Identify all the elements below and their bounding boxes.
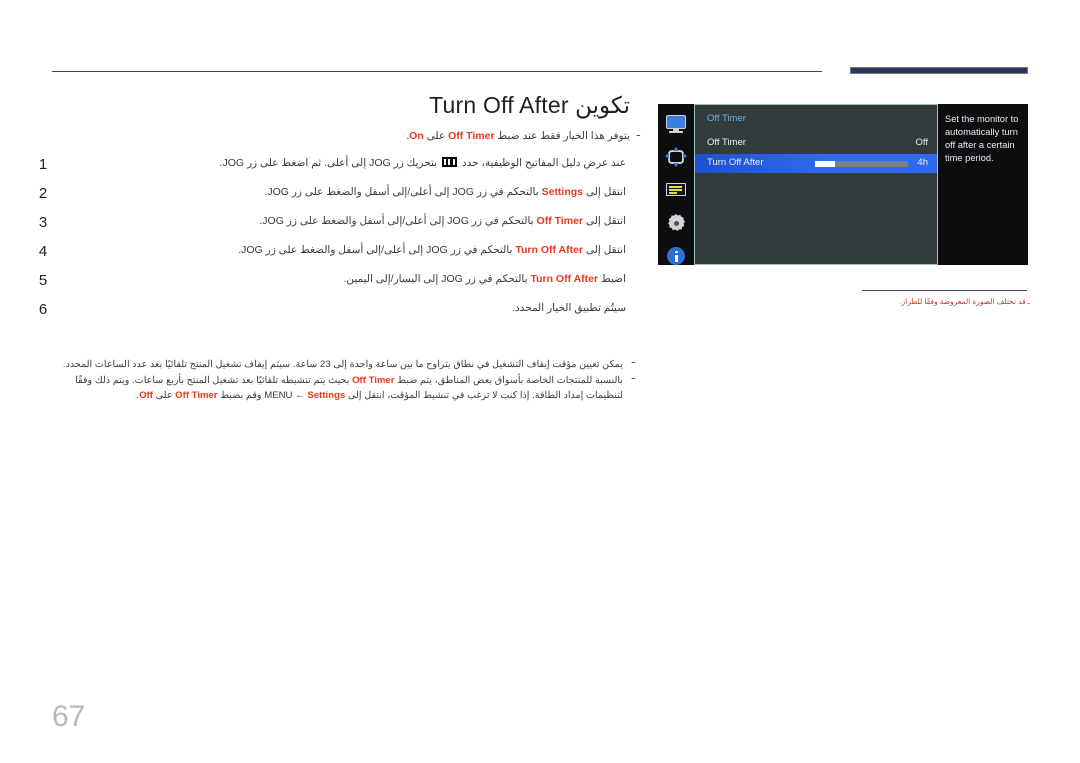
caption-rule [862, 290, 1027, 291]
keyword-off-timer: Off Timer [352, 375, 395, 386]
settings-gear-icon[interactable] [665, 213, 687, 233]
image-caption: ـ قد تختلف الصورة المعروضة وفقًا للطراز. [899, 297, 1030, 306]
osd-row-value: Off [915, 137, 929, 148]
osd-screenshot: Off Timer Off Timer Off Turn Off After 4… [658, 104, 1028, 265]
step-number: 4 [38, 243, 48, 260]
header-accent-bar [850, 67, 1028, 74]
step-list: 1 عند عرض دليل المفاتيح الوظيفية، حدد بتح… [30, 155, 630, 329]
osd-row-label: Turn Off After [707, 157, 764, 168]
manual-page: تكوين Turn Off After ـ يتوفر هذا الخيار ف… [0, 0, 1080, 763]
step-text-run: سيتُم تطبيق الخيار المحدد. [512, 302, 626, 314]
osd-sidebar [658, 104, 694, 265]
step-item: 1 عند عرض دليل المفاتيح الوظيفية، حدد بتح… [30, 155, 630, 173]
osd-description-text: Set the monitor to automatically turn of… [945, 114, 1019, 163]
page-title: تكوين Turn Off After [429, 92, 630, 118]
step-item: 3 انتقل إلى Off Timer بالتحكم في زر JOG إ… [30, 213, 630, 231]
keyword-on: On [409, 130, 424, 142]
keyword-off: Off [139, 390, 153, 401]
step-text-run: بالتحكم في زر JOG إلى أعلى/إلى أسفل والض… [264, 186, 542, 198]
note-dash: ـ [636, 127, 640, 139]
step-text: انتقل إلى Settings بالتحكم في زر JOG إلى… [56, 184, 630, 201]
onscreen-display-icon[interactable] [665, 180, 687, 200]
footnote-text-run: وقم بضبط [217, 390, 265, 401]
note-text-mid: على [423, 130, 449, 142]
information-icon[interactable] [665, 246, 687, 266]
slider-fill [815, 161, 835, 167]
footnote-text-run: على [152, 390, 176, 401]
footnote-list: ـ يمكن تعيين مؤقت إيقاف التشغيل في نطاق ي… [45, 354, 635, 404]
keyword-settings: Settings [541, 186, 584, 198]
step-item: 5 اضبط Turn Off After بالتحكم في زر JOG إ… [30, 271, 630, 289]
step-text-run: بالتحكم في زر JOG إلى أعلى/إلى أسفل والض… [259, 215, 537, 227]
availability-note: ـ يتوفر هذا الخيار فقط عند ضبط Off Timer … [60, 127, 640, 142]
monitor-icon[interactable] [665, 114, 687, 134]
footnote-text-run: بالنسبة للمنتجات الخاصة بأسواق بعض المنا… [394, 375, 623, 386]
step-number: 6 [38, 301, 48, 318]
step-text-run: عند عرض دليل المفاتيح الوظيفية، حدد [458, 157, 626, 169]
step-number: 1 [38, 156, 48, 173]
step-item: 2 انتقل إلى Settings بالتحكم في زر JOG إل… [30, 184, 630, 202]
note-text-prefix: يتوفر هذا الخيار فقط عند ضبط [494, 130, 630, 142]
keyword-turn-off-after: Turn Off After [530, 273, 599, 285]
turn-off-after-slider[interactable] [815, 161, 908, 167]
footnote-dash: ـ [631, 370, 635, 382]
step-text-run: بالتحكم في زر JOG إلى اليسار/إلى اليمين. [343, 273, 531, 285]
osd-menu-panel: Off Timer Off Timer Off Turn Off After 4… [694, 104, 938, 265]
footnote-text-run: MENU [264, 390, 293, 401]
step-text-run: انتقل إلى [583, 215, 626, 227]
page-number: 67 [52, 700, 86, 733]
footnote-item: ـ يمكن تعيين مؤقت إيقاف التشغيل في نطاق ي… [45, 354, 635, 372]
navigation-arrows-icon[interactable] [665, 147, 687, 167]
step-text: سيتُم تطبيق الخيار المحدد. [56, 300, 630, 317]
footnote-text-run: يمكن تعيين مؤقت إيقاف التشغيل في نطاق يت… [62, 359, 623, 370]
step-text: اضبط Turn Off After بالتحكم في زر JOG إل… [56, 271, 630, 288]
keyword-turn-off-after: Turn Off After [515, 244, 584, 256]
keyword-off-timer: Off Timer [448, 130, 495, 142]
keyword-off-timer: Off Timer [175, 390, 218, 401]
step-number: 5 [38, 272, 48, 289]
osd-row-off-timer[interactable]: Off Timer Off [695, 134, 937, 153]
osd-row-label: Off Timer [707, 137, 746, 148]
osd-description-panel: Set the monitor to automatically turn of… [938, 104, 1028, 265]
step-text-run: اضبط [598, 273, 626, 285]
step-item: 6 سيتُم تطبيق الخيار المحدد. [30, 300, 630, 318]
step-text: انتقل إلى Off Timer بالتحكم في زر JOG إل… [56, 213, 630, 230]
step-text: عند عرض دليل المفاتيح الوظيفية، حدد بتحر… [56, 155, 630, 172]
step-text-run: بالتحكم في زر JOG إلى أعلى/إلى أسفل والض… [238, 244, 516, 256]
step-item: 4 انتقل إلى Turn Off After بالتحكم في زر … [30, 242, 630, 260]
function-key-guide-icon [441, 157, 457, 167]
header-rule [52, 71, 822, 72]
step-text-run: بتحريك زر JOG إلى أعلى. ثم اضغط على زر J… [219, 157, 440, 169]
osd-row-value: 4h [917, 157, 928, 168]
keyword-off-timer: Off Timer [536, 215, 584, 227]
step-text-run: انتقل إلى [583, 244, 626, 256]
step-number: 3 [38, 214, 48, 231]
osd-row-turn-off-after[interactable]: Turn Off After 4h [695, 154, 937, 173]
footnote-dash: ـ [631, 354, 635, 366]
step-text: انتقل إلى Turn Off After بالتحكم في زر J… [56, 242, 630, 259]
step-text-run: انتقل إلى [583, 186, 626, 198]
keyword-settings: Settings [307, 390, 346, 401]
footnote-text-run: ← [292, 390, 308, 401]
footnote-item: ـ بالنسبة للمنتجات الخاصة بأسواق بعض المن… [45, 370, 635, 403]
step-number: 2 [38, 185, 48, 202]
osd-menu-title: Off Timer [707, 113, 746, 124]
